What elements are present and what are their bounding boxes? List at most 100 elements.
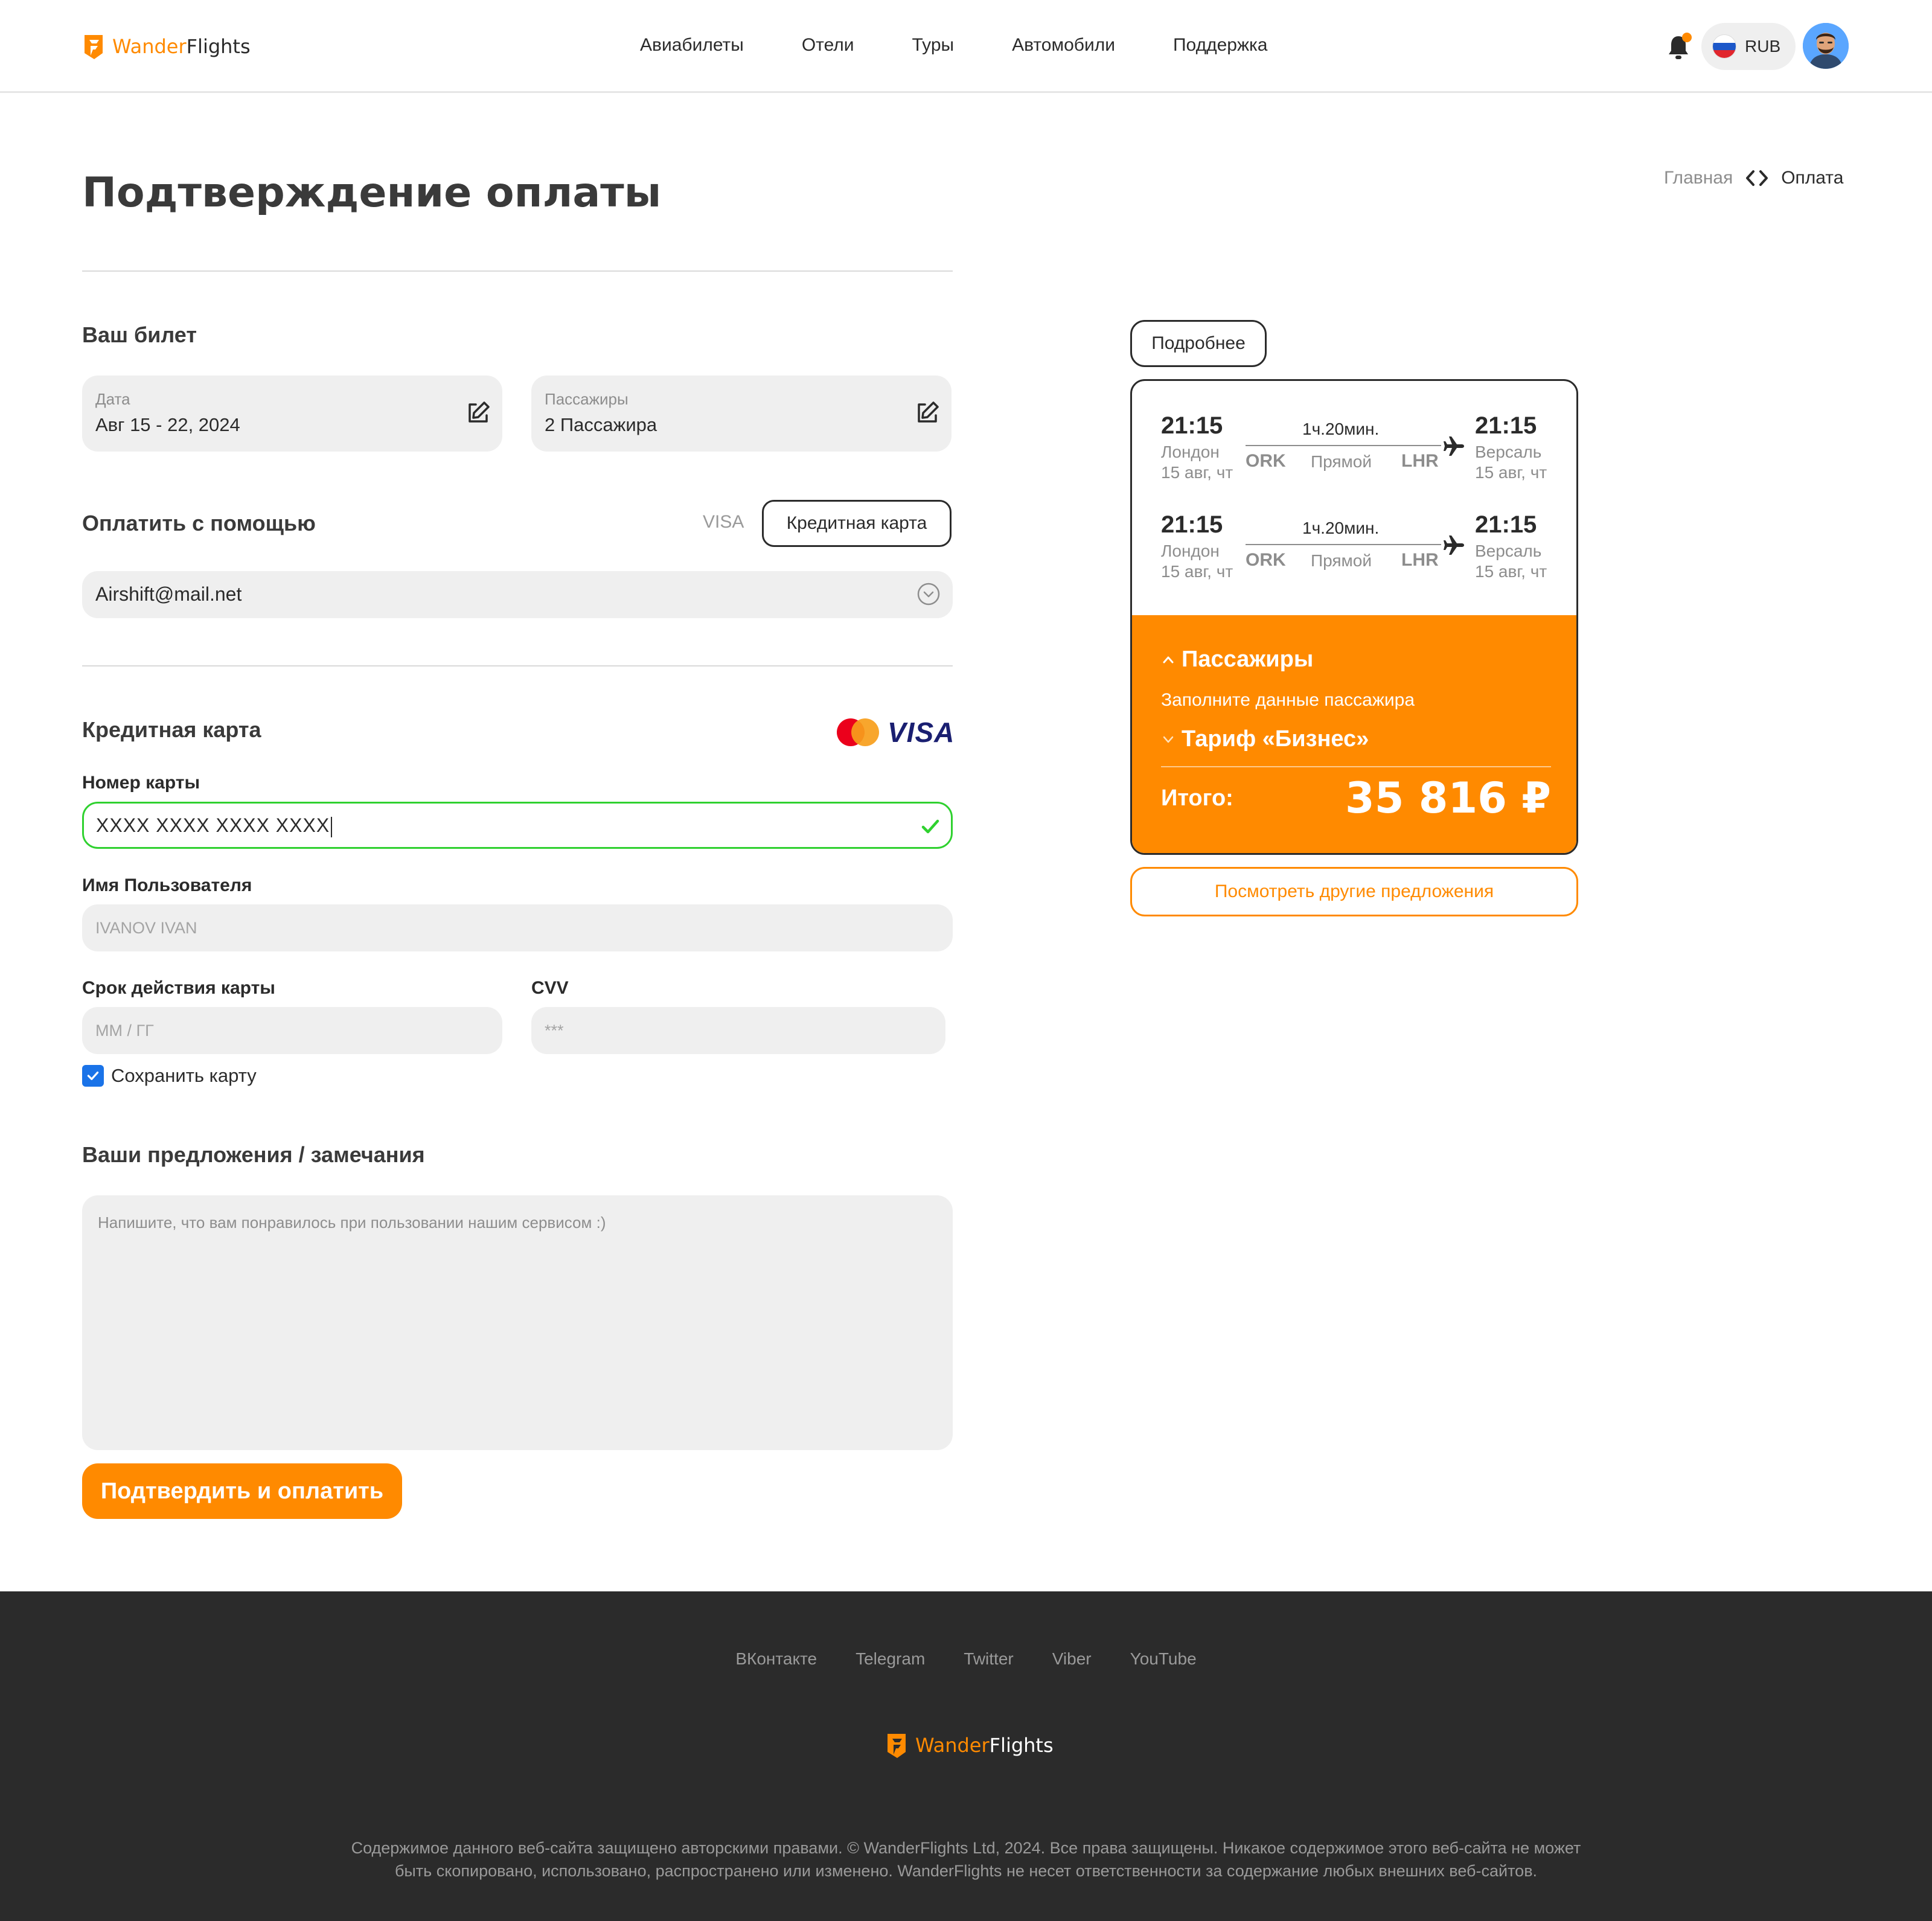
card-number-input[interactable]: XXXX XXXX XXXX XXXX <box>82 802 953 849</box>
save-card-checkbox-row[interactable]: Сохранить карту <box>82 1065 257 1087</box>
booking-summary-card: 21:15 Лондон 15 авг, чт 1ч.20мин. ORK Пр… <box>1130 379 1578 855</box>
social-vkontakte[interactable]: ВКонтакте <box>735 1649 817 1669</box>
flight-row: 21:15 Лондон 15 авг, чт 1ч.20мин. ORK Пр… <box>1132 412 1576 503</box>
route-line <box>1246 544 1441 545</box>
departure-date: 15 авг, чт <box>1161 463 1233 482</box>
payment-heading: Оплатить с помощью <box>82 511 316 535</box>
airplane-icon <box>1444 436 1464 456</box>
arrival-time: 21:15 <box>1475 511 1537 538</box>
arrival-city: Версаль <box>1475 443 1542 461</box>
edit-icon[interactable] <box>914 400 941 426</box>
destination-code: LHR <box>1401 550 1439 570</box>
expiry-input[interactable]: MM / ГГ <box>82 1007 502 1054</box>
route-line <box>1246 445 1441 446</box>
footer-logo[interactable]: WanderFlights <box>885 1731 1054 1759</box>
card-brands: VISA <box>837 716 955 749</box>
cvv-placeholder: *** <box>545 1021 564 1040</box>
logo-text: WanderFlights <box>915 1734 1054 1757</box>
passengers-toggle[interactable]: Пассажиры <box>1161 647 1313 673</box>
edit-icon[interactable] <box>465 400 491 426</box>
social-twitter[interactable]: Twitter <box>964 1649 1013 1669</box>
expiry-label: Срок действия карты <box>82 978 275 998</box>
origin-code: ORK <box>1246 451 1286 471</box>
nav-cars[interactable]: Автомобили <box>1012 35 1115 56</box>
departure-time: 21:15 <box>1161 412 1223 439</box>
copyright-line: быть скопировано, использовано, распрост… <box>394 1862 1538 1880</box>
arrival-date: 15 авг, чт <box>1475 562 1547 581</box>
card-number-label: Номер карты <box>82 773 200 793</box>
cvv-label: CVV <box>531 978 569 998</box>
save-card-checkbox[interactable] <box>82 1065 104 1087</box>
payment-option-credit-card[interactable]: Кредитная карта <box>762 500 952 547</box>
nav-tours[interactable]: Туры <box>912 35 955 56</box>
breadcrumb: Главная Оплата <box>1664 168 1843 188</box>
expiry-placeholder: MM / ГГ <box>95 1021 154 1040</box>
email-select[interactable]: Airshift@mail.net <box>82 571 953 618</box>
page-title: Подтверждение оплаты <box>82 169 662 217</box>
breadcrumb-home[interactable]: Главная <box>1664 168 1733 188</box>
passengers-field[interactable]: Пассажиры 2 Пассажира <box>531 376 952 452</box>
payment-option-visa[interactable]: VISA <box>703 512 744 532</box>
departure-date: 15 авг, чт <box>1161 562 1233 581</box>
departure-city: Лондон <box>1161 443 1220 461</box>
date-field[interactable]: Дата Авг 15 - 22, 2024 <box>82 376 502 452</box>
origin-code: ORK <box>1246 550 1286 570</box>
ticket-heading: Ваш билет <box>82 322 197 347</box>
flight-type: Прямой <box>1311 452 1372 471</box>
save-card-label: Сохранить карту <box>111 1065 257 1086</box>
section-divider <box>82 270 953 272</box>
footer: ВКонтакте Telegram Twitter Viber YouTube… <box>0 1591 1932 1921</box>
flight-type: Прямой <box>1311 551 1372 570</box>
nav-flights[interactable]: Авиабилеты <box>640 35 744 56</box>
passengers-value: 2 Пассажира <box>545 414 657 435</box>
credit-card-heading: Кредитная карта <box>82 717 261 742</box>
details-button[interactable]: Подробнее <box>1130 320 1267 367</box>
confirm-pay-button[interactable]: Подтвердить и оплатить <box>82 1463 402 1519</box>
logo-icon <box>888 1734 906 1758</box>
tariff-toggle[interactable]: Тариф «Бизнес» <box>1161 726 1369 752</box>
destination-code: LHR <box>1401 451 1439 471</box>
visa-logo: VISA <box>888 717 955 748</box>
main-nav: Авиабилеты Отели Туры Автомобили Поддерж… <box>640 35 1268 56</box>
mastercard-icon <box>837 718 879 746</box>
arrival-time: 21:15 <box>1475 412 1537 439</box>
breadcrumb-arrows-icon <box>1746 170 1768 186</box>
chevron-down-icon <box>1163 736 1174 743</box>
bell-icon[interactable] <box>1666 33 1692 60</box>
currency-selector[interactable]: RUB <box>1701 23 1796 70</box>
cardholder-name-input[interactable]: IVANOV IVAN <box>82 904 953 951</box>
arrival-date: 15 авг, чт <box>1475 463 1547 482</box>
other-offers-button[interactable]: Посмотреть другие предложения <box>1130 867 1578 916</box>
passengers-hint[interactable]: Заполните данные пассажира <box>1161 690 1415 711</box>
feedback-textarea[interactable]: Напишите, что вам понравилось при пользо… <box>82 1195 953 1450</box>
total-label: Итого: <box>1161 785 1233 811</box>
flight-row: 21:15 Лондон 15 авг, чт 1ч.20мин. ORK Пр… <box>1132 511 1576 602</box>
social-youtube[interactable]: YouTube <box>1130 1649 1197 1669</box>
email-value: Airshift@mail.net <box>95 583 242 605</box>
departure-city: Лондон <box>1161 542 1220 560</box>
nav-support[interactable]: Поддержка <box>1173 35 1268 56</box>
departure-time: 21:15 <box>1161 511 1223 538</box>
russia-flag-icon <box>1712 34 1736 59</box>
breadcrumb-current: Оплата <box>1781 168 1844 188</box>
social-telegram[interactable]: Telegram <box>856 1649 925 1669</box>
total-divider <box>1161 766 1551 767</box>
passengers-title: Пассажиры <box>1182 647 1314 672</box>
notification-dot <box>1682 33 1692 42</box>
chevron-down-icon[interactable] <box>916 582 941 606</box>
check-icon <box>921 819 939 834</box>
date-value: Авг 15 - 22, 2024 <box>95 414 240 435</box>
cvv-input[interactable]: *** <box>531 1007 945 1054</box>
tariff-title: Тариф «Бизнес» <box>1182 726 1369 752</box>
logo[interactable]: WanderFlights <box>82 33 251 60</box>
passengers-label: Пассажиры <box>545 390 629 408</box>
card-number-value: XXXX XXXX XXXX XXXX <box>96 814 332 837</box>
airplane-icon <box>1444 535 1464 555</box>
cardholder-name-label: Имя Пользователя <box>82 875 252 895</box>
arrival-city: Версаль <box>1475 542 1542 560</box>
copyright-text: Содержимое данного веб-сайта защищено ав… <box>302 1836 1630 1882</box>
nav-hotels[interactable]: Отели <box>802 35 854 56</box>
avatar[interactable] <box>1803 23 1849 69</box>
social-viber[interactable]: Viber <box>1052 1649 1092 1669</box>
currency-code: RUB <box>1745 37 1781 56</box>
